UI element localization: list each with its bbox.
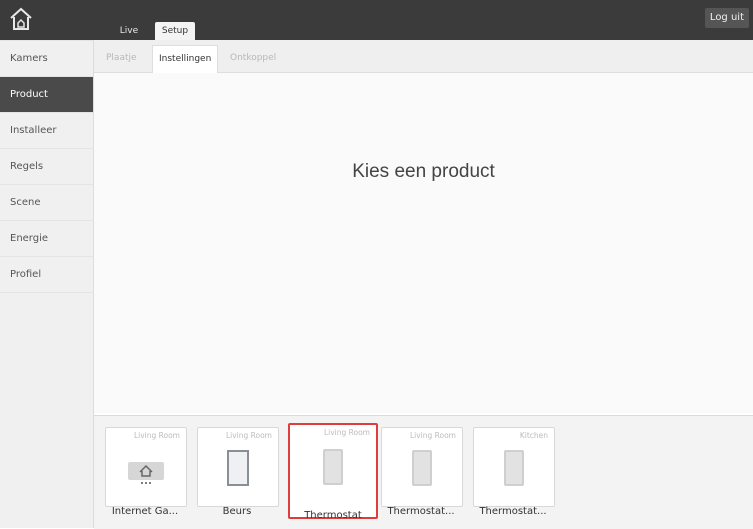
sub-tab-bar: Plaatje Instellingen Ontkoppel	[94, 40, 753, 73]
product-name: Thermostat...	[479, 506, 547, 517]
product-tray: Living Room Internet Ga... Living Room B…	[94, 415, 753, 529]
tab-setup[interactable]: Setup	[155, 22, 195, 40]
tab-ontkoppel[interactable]: Ontkoppel	[224, 45, 282, 72]
top-bar: Live Setup Log uit	[0, 0, 753, 40]
product-room-label: Living Room	[133, 431, 180, 440]
main-content: Kies een product	[94, 73, 753, 413]
product-name: Thermostat...	[387, 506, 455, 517]
panel-icon	[227, 450, 249, 486]
page-title: Kies een product	[352, 161, 495, 182]
product-room-label: Kitchen	[519, 431, 548, 440]
product-card[interactable]: Living Room	[105, 427, 187, 507]
sidebar-item-energie[interactable]: Energie	[0, 221, 93, 257]
product-room-label: Living Room	[409, 431, 456, 440]
product-room-label: Living Room	[225, 431, 272, 440]
thermostat-icon	[323, 449, 343, 485]
sidebar-item-regels[interactable]: Regels	[0, 149, 93, 185]
house-logo-icon[interactable]	[8, 6, 34, 32]
product-name: Thermostat	[304, 510, 362, 521]
sidebar-item-kamers[interactable]: Kamers	[0, 40, 93, 77]
tab-instellingen[interactable]: Instellingen	[152, 45, 219, 73]
product-card[interactable]: Kitchen	[473, 427, 555, 507]
gateway-icon	[128, 462, 164, 484]
product-card[interactable]: Living Room	[381, 427, 463, 507]
product-card[interactable]: Living Room	[197, 427, 279, 507]
product-name: Internet Ga...	[111, 506, 179, 517]
product-name: Beurs	[222, 506, 252, 517]
product-room-label: Living Room	[323, 428, 370, 437]
sidebar-item-profiel[interactable]: Profiel	[0, 257, 93, 293]
sidebar: Kamers Product Installeer Regels Scene E…	[0, 40, 94, 528]
tab-live[interactable]: Live	[112, 22, 146, 40]
logout-button[interactable]: Log uit	[704, 8, 749, 28]
sidebar-item-product[interactable]: Product	[0, 77, 93, 113]
tab-plaatje[interactable]: Plaatje	[100, 45, 143, 72]
sidebar-item-scene[interactable]: Scene	[0, 185, 93, 221]
thermostat-icon	[504, 450, 524, 486]
sidebar-item-installeer[interactable]: Installeer	[0, 113, 93, 149]
thermostat-icon	[412, 450, 432, 486]
product-card-selected[interactable]: Living Room Thermostat	[288, 423, 378, 521]
